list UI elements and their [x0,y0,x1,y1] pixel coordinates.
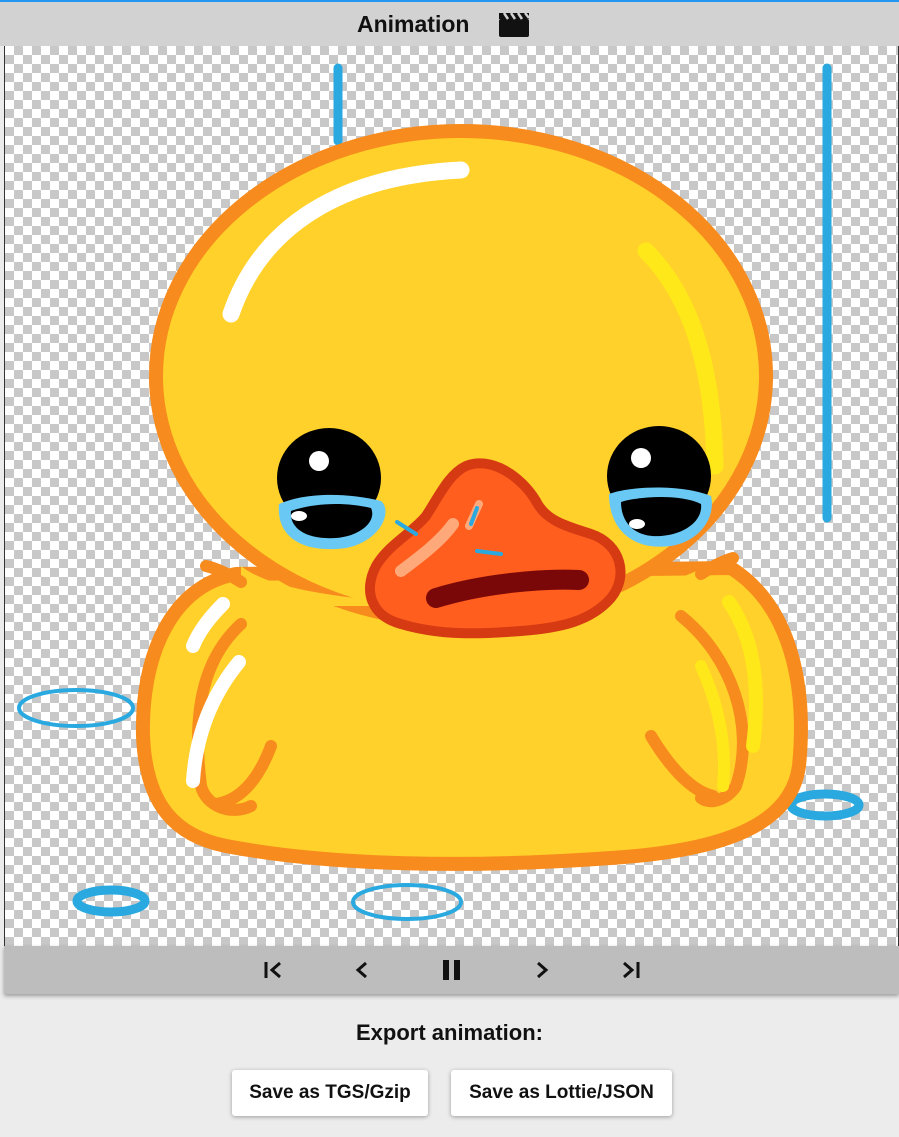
clapperboard-icon [498,10,530,43]
skip-to-start-button[interactable] [254,954,294,986]
pause-button[interactable] [432,954,472,986]
save-lottie-button[interactable]: Save as Lottie/JSON [451,1070,672,1116]
puddle-ring [72,885,150,917]
export-label: Export animation: [355,1020,543,1045]
step-forward-button[interactable] [522,954,562,986]
puddle-ring [17,688,135,728]
save-tgs-button[interactable]: Save as TGS/Gzip [232,1070,428,1116]
skip-to-start-icon [264,961,281,979]
duck-sticker [17,63,864,921]
skip-to-end-icon [623,961,640,979]
header-bar: Animation [0,0,899,46]
playback-controls [4,946,899,994]
step-forward-icon [537,961,549,979]
step-back-icon [355,961,367,979]
pause-icon [443,960,460,980]
step-back-button[interactable] [342,954,382,986]
skip-to-end-button[interactable] [610,954,650,986]
animation-canvas[interactable] [4,46,899,946]
puddle-ring [351,883,463,921]
puddle-ring [786,789,864,821]
page-title: Animation [357,11,470,37]
